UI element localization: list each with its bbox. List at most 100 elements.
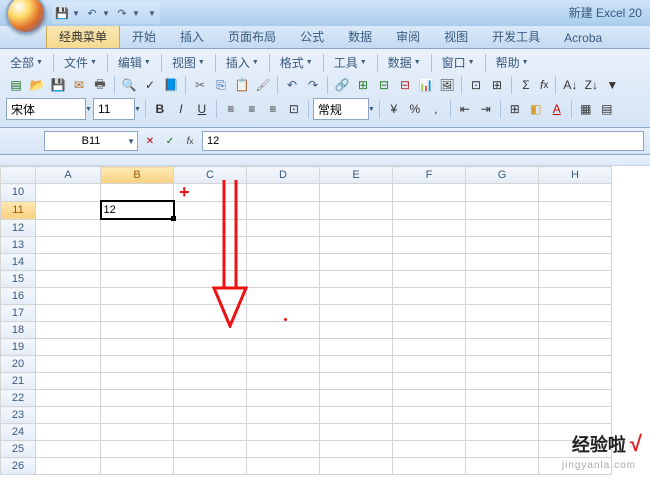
cell[interactable] <box>466 356 539 373</box>
cell[interactable] <box>247 288 320 305</box>
cell[interactable] <box>174 219 247 237</box>
cell[interactable] <box>36 390 101 407</box>
cell[interactable] <box>174 339 247 356</box>
insert-picture-icon[interactable]: 🖼 <box>437 75 457 95</box>
print-icon[interactable]: 🖶 <box>90 75 110 95</box>
cell[interactable] <box>320 356 393 373</box>
cell[interactable] <box>247 373 320 390</box>
cell[interactable] <box>320 458 393 475</box>
cell[interactable] <box>247 184 320 202</box>
cell[interactable] <box>466 288 539 305</box>
print-preview-icon[interactable]: 🔍 <box>119 75 139 95</box>
cell[interactable] <box>466 305 539 322</box>
menu-view[interactable]: 视图▼ <box>168 53 209 72</box>
cell[interactable] <box>393 339 466 356</box>
underline-button[interactable]: U <box>192 99 212 119</box>
tab-acrobat[interactable]: Acroba <box>552 28 614 48</box>
insert-function-icon[interactable]: fx <box>537 75 551 95</box>
cancel-icon[interactable]: ✕ <box>142 133 158 149</box>
cell[interactable] <box>174 254 247 271</box>
cell[interactable] <box>466 254 539 271</box>
column-header[interactable]: H <box>539 167 612 184</box>
cell[interactable] <box>539 322 612 339</box>
number-format-select[interactable]: 常规 <box>313 98 369 120</box>
cell[interactable] <box>393 305 466 322</box>
cell[interactable] <box>36 184 101 202</box>
sort-asc-icon[interactable]: A↓ <box>560 75 580 95</box>
cell[interactable] <box>101 441 174 458</box>
cell[interactable] <box>393 373 466 390</box>
font-name-select[interactable]: 宋体 <box>6 98 86 120</box>
cell[interactable] <box>36 322 101 339</box>
cell[interactable] <box>101 271 174 288</box>
cell[interactable] <box>174 356 247 373</box>
cell[interactable] <box>174 441 247 458</box>
cell[interactable] <box>393 407 466 424</box>
cell[interactable] <box>393 390 466 407</box>
align-center-icon[interactable]: ≡ <box>242 99 262 119</box>
bold-button[interactable]: B <box>150 99 170 119</box>
cell[interactable] <box>101 458 174 475</box>
increase-indent-icon[interactable]: ⇥ <box>476 99 496 119</box>
cell[interactable] <box>466 219 539 237</box>
cell[interactable] <box>174 288 247 305</box>
menu-window[interactable]: 窗口▼ <box>438 53 479 72</box>
cell[interactable] <box>36 254 101 271</box>
mail-icon[interactable]: ✉ <box>69 75 89 95</box>
column-header[interactable]: C <box>174 167 247 184</box>
cell[interactable] <box>101 373 174 390</box>
row-header[interactable]: 19 <box>1 339 36 356</box>
cell[interactable] <box>393 458 466 475</box>
cell[interactable] <box>466 339 539 356</box>
cell[interactable] <box>101 390 174 407</box>
cell[interactable] <box>36 373 101 390</box>
cell[interactable] <box>101 339 174 356</box>
cell[interactable] <box>247 305 320 322</box>
cell[interactable] <box>466 441 539 458</box>
format-painter-icon[interactable]: 🖌 <box>253 75 273 95</box>
cell[interactable] <box>393 219 466 237</box>
decrease-indent-icon[interactable]: ⇤ <box>455 99 475 119</box>
undo-icon[interactable]: ↶ <box>84 5 100 21</box>
insert-col-icon[interactable]: ⊟ <box>374 75 394 95</box>
menu-tools[interactable]: 工具▼ <box>330 53 371 72</box>
cell[interactable] <box>174 271 247 288</box>
cell[interactable] <box>101 184 174 202</box>
menu-data[interactable]: 数据▼ <box>384 53 425 72</box>
row-header[interactable]: 18 <box>1 322 36 339</box>
cell[interactable] <box>393 184 466 202</box>
tab-review[interactable]: 审阅 <box>384 25 432 48</box>
font-color-icon[interactable]: A <box>547 99 567 119</box>
row-header[interactable]: 12 <box>1 219 36 237</box>
save-icon[interactable]: 💾 <box>54 5 70 21</box>
cell[interactable] <box>174 458 247 475</box>
cell[interactable] <box>247 339 320 356</box>
row-header[interactable]: 20 <box>1 356 36 373</box>
cell[interactable] <box>393 288 466 305</box>
cell[interactable] <box>101 305 174 322</box>
cell[interactable] <box>320 237 393 254</box>
column-header[interactable]: D <box>247 167 320 184</box>
cell[interactable] <box>174 305 247 322</box>
cell[interactable] <box>101 322 174 339</box>
cell[interactable] <box>101 288 174 305</box>
menu-help[interactable]: 帮助▼ <box>492 53 533 72</box>
cell[interactable] <box>320 219 393 237</box>
cell[interactable] <box>174 373 247 390</box>
redo-icon[interactable]: ↷ <box>114 5 130 21</box>
cell[interactable] <box>36 288 101 305</box>
tab-home[interactable]: 开始 <box>120 25 168 48</box>
cell[interactable] <box>174 424 247 441</box>
cell[interactable] <box>101 407 174 424</box>
row-header[interactable]: 25 <box>1 441 36 458</box>
column-header[interactable]: F <box>393 167 466 184</box>
qat-undo-drop-icon[interactable]: ▼ <box>102 9 112 18</box>
cell[interactable] <box>36 407 101 424</box>
tab-classic-menu[interactable]: 经典菜单 <box>46 24 120 48</box>
chevron-down-icon[interactable]: ▼ <box>368 106 375 113</box>
comma-icon[interactable]: , <box>426 99 446 119</box>
cell[interactable] <box>101 356 174 373</box>
cell[interactable] <box>393 201 466 219</box>
cell[interactable] <box>466 237 539 254</box>
fill-handle[interactable] <box>171 216 176 221</box>
